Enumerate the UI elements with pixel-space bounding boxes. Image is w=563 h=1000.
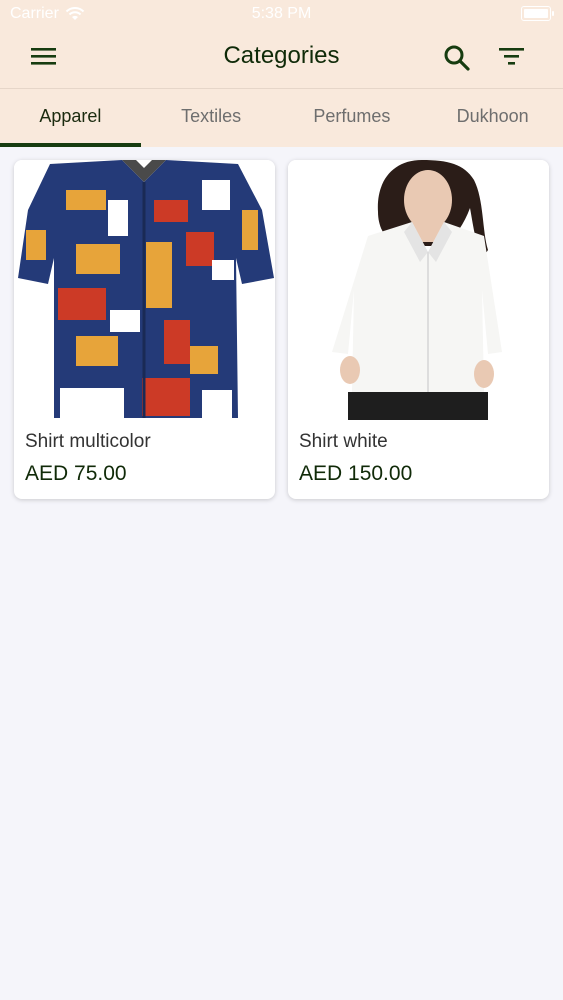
battery-icon [521,6,554,21]
tab-dukhoon[interactable]: Dukhoon [422,89,563,147]
tab-apparel[interactable]: Apparel [0,89,141,147]
top-bar: Carrier 5:38 PM Categories [0,0,563,89]
white-shirt-image [332,160,502,420]
status-time: 5:38 PM [251,5,312,22]
tab-textiles[interactable]: Textiles [141,89,282,147]
status-bar: Carrier 5:38 PM [0,0,563,30]
category-tabs: Apparel Textiles Perfumes Dukhoon [0,89,563,147]
product-price: AED 75.00 [25,462,127,485]
product-card[interactable]: Shirt white AED 150.00 [288,160,549,499]
search-button[interactable] [441,42,473,74]
filter-icon [499,48,524,65]
product-card[interactable]: Shirt multicolor AED 75.00 [14,160,275,499]
product-name: Shirt white [299,431,388,452]
page-title: Categories [223,42,340,69]
multicolor-shirt-image [18,160,274,418]
product-image [288,160,549,420]
product-image [14,160,275,420]
tab-perfumes[interactable]: Perfumes [282,89,423,147]
product-price: AED 150.00 [299,462,413,485]
search-icon [444,45,470,71]
filter-button[interactable] [496,44,528,72]
product-name: Shirt multicolor [25,431,151,452]
